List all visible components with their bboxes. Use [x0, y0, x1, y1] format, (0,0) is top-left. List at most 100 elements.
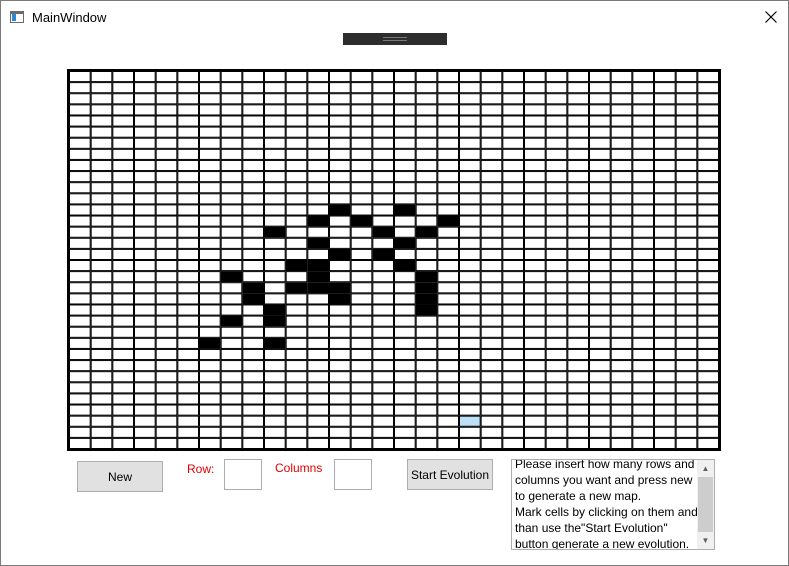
grid-cell[interactable]: [524, 137, 546, 149]
grid-cell[interactable]: [459, 115, 481, 127]
grid-cell[interactable]: [134, 415, 156, 427]
grid-cell[interactable]: [199, 437, 221, 449]
grid-cell[interactable]: [112, 182, 134, 194]
grid-cell[interactable]: [69, 437, 91, 449]
grid-cell[interactable]: [69, 315, 91, 327]
grid-cell-alive[interactable]: [264, 226, 286, 238]
grid-cell-alive[interactable]: [220, 315, 243, 327]
grid-cell[interactable]: [112, 382, 134, 394]
grid-cell[interactable]: [480, 315, 503, 327]
grid-cell[interactable]: [502, 237, 525, 249]
grid-cell[interactable]: [372, 404, 395, 416]
grid-cell[interactable]: [567, 171, 590, 183]
grid-cell[interactable]: [112, 215, 134, 227]
grid-cell[interactable]: [155, 348, 178, 361]
grid-cell[interactable]: [372, 71, 395, 83]
grid-cell[interactable]: [697, 437, 719, 449]
grid-cell[interactable]: [697, 426, 719, 438]
grid-cell[interactable]: [155, 404, 178, 416]
grid-cell[interactable]: [545, 326, 568, 338]
grid-cell[interactable]: [155, 337, 178, 349]
grid-cell[interactable]: [264, 171, 286, 183]
grid-cell[interactable]: [502, 348, 525, 361]
grid-cell[interactable]: [545, 348, 568, 361]
grid-cell[interactable]: [134, 104, 156, 116]
grid-cell[interactable]: [502, 393, 525, 405]
grid-cell[interactable]: [610, 148, 633, 160]
grid-cell[interactable]: [285, 148, 308, 160]
grid-cell[interactable]: [415, 360, 438, 372]
grid-cell[interactable]: [350, 93, 373, 105]
grid-cell-alive[interactable]: [220, 271, 243, 283]
grid-cell[interactable]: [112, 437, 134, 449]
grid-cell[interactable]: [155, 415, 178, 427]
grid-cell-alive[interactable]: [199, 337, 221, 349]
grid-cell[interactable]: [134, 260, 156, 272]
grid-cell[interactable]: [69, 148, 91, 160]
grid-cell[interactable]: [199, 393, 221, 405]
grid-cell[interactable]: [675, 148, 698, 160]
grid-cell-alive[interactable]: [394, 260, 416, 272]
grid-cell[interactable]: [394, 137, 416, 149]
grid-cell[interactable]: [415, 159, 438, 172]
grid-cell[interactable]: [545, 93, 568, 105]
grid-cell[interactable]: [90, 326, 113, 338]
grid-cell[interactable]: [264, 137, 286, 149]
grid-cell[interactable]: [589, 115, 611, 127]
grid-cell[interactable]: [545, 171, 568, 183]
grid-cell[interactable]: [589, 226, 611, 238]
grid-cell[interactable]: [589, 404, 611, 416]
grid-cell[interactable]: [437, 260, 460, 272]
grid-cell[interactable]: [697, 282, 719, 294]
grid-cell[interactable]: [199, 115, 221, 127]
grid-cell[interactable]: [264, 437, 286, 449]
grid-cell[interactable]: [567, 148, 590, 160]
grid-cell[interactable]: [134, 137, 156, 149]
grid-cell[interactable]: [567, 360, 590, 372]
grid-cell[interactable]: [285, 71, 308, 83]
grid-cell[interactable]: [329, 348, 351, 361]
grid-cell-alive[interactable]: [415, 304, 438, 316]
grid-cell[interactable]: [134, 71, 156, 83]
grid-cell[interactable]: [545, 182, 568, 194]
grid-cell[interactable]: [155, 215, 178, 227]
grid-cell[interactable]: [69, 293, 91, 305]
grid-cell[interactable]: [329, 326, 351, 338]
grid-cell[interactable]: [567, 382, 590, 394]
grid-cell[interactable]: [307, 315, 329, 327]
start-evolution-button[interactable]: Start Evolution: [407, 459, 493, 490]
grid-cell[interactable]: [199, 93, 221, 105]
grid-cell[interactable]: [589, 148, 611, 160]
grid-cell[interactable]: [112, 204, 134, 216]
grid-cell[interactable]: [480, 415, 503, 427]
grid-cell[interactable]: [242, 93, 264, 105]
grid-cell[interactable]: [69, 93, 91, 105]
grid-cell[interactable]: [697, 248, 719, 261]
grid-cell[interactable]: [459, 182, 481, 194]
grid-cell[interactable]: [285, 371, 308, 383]
grid-cell[interactable]: [199, 171, 221, 183]
grid-cell[interactable]: [654, 148, 676, 160]
grid-cell[interactable]: [112, 193, 134, 205]
grid-cell[interactable]: [90, 382, 113, 394]
grid-cell[interactable]: [177, 159, 200, 172]
grid-cell[interactable]: [459, 360, 481, 372]
grid-cell[interactable]: [632, 171, 654, 183]
grid-cell[interactable]: [567, 82, 590, 94]
grid-cell[interactable]: [285, 337, 308, 349]
grid-cell[interactable]: [264, 104, 286, 116]
grid-cell[interactable]: [307, 104, 329, 116]
grid-cell[interactable]: [350, 348, 373, 361]
grid-cell-alive[interactable]: [329, 204, 351, 216]
grid-cell[interactable]: [394, 304, 416, 316]
grid-cell[interactable]: [567, 215, 590, 227]
grid-cell-alive[interactable]: [394, 237, 416, 249]
grid-cell[interactable]: [372, 159, 395, 172]
grid-cell[interactable]: [285, 437, 308, 449]
grid-cell[interactable]: [675, 93, 698, 105]
grid-cell[interactable]: [654, 204, 676, 216]
grid-cell[interactable]: [307, 437, 329, 449]
grid-cell[interactable]: [329, 148, 351, 160]
grid-cell[interactable]: [350, 282, 373, 294]
grid-cell[interactable]: [545, 304, 568, 316]
